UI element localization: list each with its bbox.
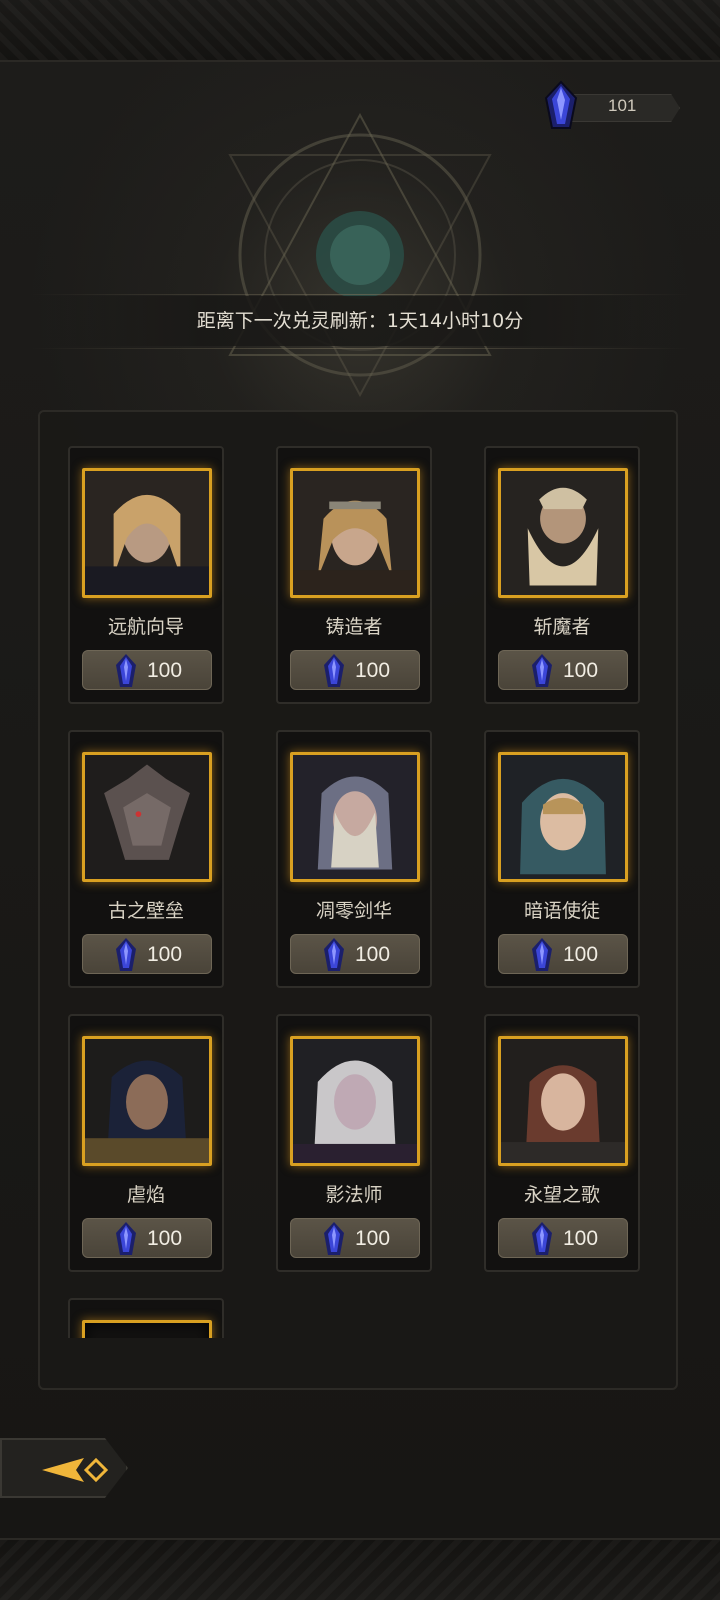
hero-card[interactable]: 虐焰 100 xyxy=(68,1014,224,1272)
refresh-countdown: 距离下一次兑灵刷新：1天14小时10分 xyxy=(40,296,680,346)
exchange-button[interactable]: 100 xyxy=(82,934,212,974)
hero-card[interactable]: 古之壁垒 100 xyxy=(68,730,224,988)
price-value: 100 xyxy=(147,943,183,966)
blue-crystal-icon xyxy=(116,938,136,971)
currency-amount: 101 xyxy=(608,96,637,115)
hero-name: 影法师 xyxy=(325,1184,383,1206)
hero-card[interactable]: 永望之歌 100 xyxy=(484,1014,640,1272)
hero-portrait xyxy=(498,752,628,882)
hero-card[interactable]: 斩魔者 100 xyxy=(484,446,640,704)
blue-crystal-icon xyxy=(324,654,344,687)
hero-card[interactable]: 铸造者 100 xyxy=(276,446,432,704)
blue-crystal-icon xyxy=(532,938,552,971)
hero-name: 古之壁垒 xyxy=(107,900,184,922)
hero-portrait xyxy=(290,1036,420,1166)
exchange-button[interactable]: 100 xyxy=(82,650,212,690)
hero-name: 虐焰 xyxy=(126,1184,165,1206)
hero-name: 铸造者 xyxy=(325,616,383,638)
hero-portrait xyxy=(82,1320,212,1338)
blue-crystal-icon xyxy=(116,654,136,687)
hero-card-partial[interactable] xyxy=(68,1298,224,1338)
hero-portrait xyxy=(498,1036,628,1166)
blue-crystal-icon xyxy=(116,1222,136,1255)
currency-counter: 101 xyxy=(540,80,680,132)
hero-portrait xyxy=(82,468,212,598)
card-grid[interactable]: 远航向导 100 铸造者 100 斩魔者 100 古之壁垒 100 凋零剑华 1… xyxy=(60,446,660,1338)
price-value: 100 xyxy=(147,1227,183,1250)
exchange-button[interactable]: 100 xyxy=(82,1218,212,1258)
price-value: 100 xyxy=(147,659,183,682)
price-value: 100 xyxy=(563,1227,599,1250)
price-value: 100 xyxy=(563,943,599,966)
blue-crystal-icon xyxy=(532,654,552,687)
exchange-button[interactable]: 100 xyxy=(498,1218,628,1258)
divider-bottom xyxy=(30,348,690,349)
blue-crystal-icon xyxy=(532,1222,552,1255)
hero-portrait xyxy=(290,468,420,598)
price-value: 100 xyxy=(563,659,599,682)
price-value: 100 xyxy=(355,1227,391,1250)
hero-name: 暗语使徒 xyxy=(523,900,600,922)
top-decorative-bar xyxy=(0,0,720,62)
back-arrow-icon xyxy=(42,1457,109,1483)
bottom-decorative-bar xyxy=(0,1538,720,1600)
exchange-button[interactable]: 100 xyxy=(498,934,628,974)
blue-crystal-icon xyxy=(544,80,578,129)
hero-portrait xyxy=(290,752,420,882)
hero-name: 永望之歌 xyxy=(523,1184,600,1206)
hero-name: 远航向导 xyxy=(107,616,184,638)
exchange-button[interactable]: 100 xyxy=(498,650,628,690)
price-value: 100 xyxy=(355,659,391,682)
exchange-button[interactable]: 100 xyxy=(290,650,420,690)
hero-card[interactable]: 远航向导 100 xyxy=(68,446,224,704)
hero-portrait xyxy=(82,752,212,882)
blue-crystal-icon xyxy=(324,1222,344,1255)
emblem-decoration xyxy=(228,112,492,398)
hero-portrait xyxy=(498,468,628,598)
hero-card[interactable]: 影法师 100 xyxy=(276,1014,432,1272)
divider-top xyxy=(30,294,690,295)
blue-crystal-icon xyxy=(324,938,344,971)
exchange-button[interactable]: 100 xyxy=(290,1218,420,1258)
hero-card[interactable]: 凋零剑华 100 xyxy=(276,730,432,988)
hero-name: 斩魔者 xyxy=(533,616,591,638)
price-value: 100 xyxy=(355,943,391,966)
hero-portrait xyxy=(82,1036,212,1166)
back-button[interactable] xyxy=(0,1438,128,1498)
exchange-button[interactable]: 100 xyxy=(290,934,420,974)
hero-name: 凋零剑华 xyxy=(315,900,392,922)
hero-card[interactable]: 暗语使徒 100 xyxy=(484,730,640,988)
